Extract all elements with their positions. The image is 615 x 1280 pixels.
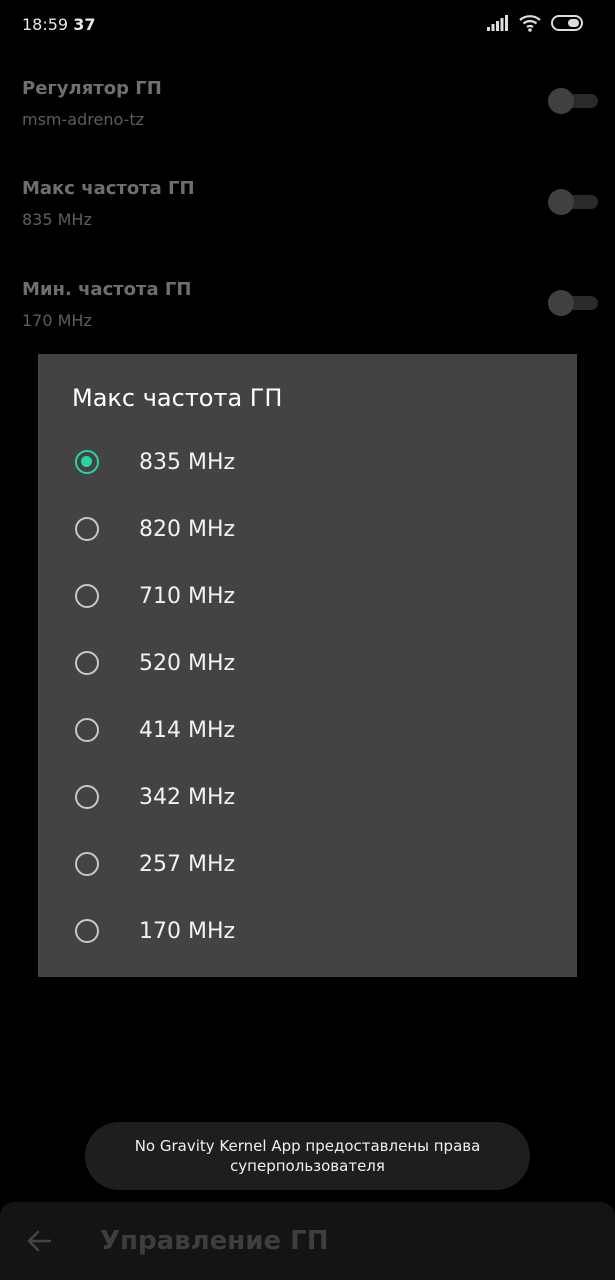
setting-title: Мин. частота ГП bbox=[22, 279, 192, 300]
setting-value: 170 MHz bbox=[22, 311, 92, 330]
toggle-knob bbox=[548, 290, 574, 316]
clock-seconds: 37 bbox=[73, 15, 96, 34]
status-icons bbox=[487, 14, 585, 32]
option-label: 342 MHz bbox=[139, 785, 236, 810]
max-freq-dialog: Макс частота ГП 835 MHz 820 MHz 710 MHz … bbox=[38, 354, 577, 977]
toast-message: No Gravity Kernel App предоставлены прав… bbox=[85, 1122, 530, 1190]
option-820[interactable]: 820 MHz bbox=[38, 497, 577, 564]
gpu-max-freq-toggle[interactable] bbox=[548, 189, 598, 215]
clock: 18:59 37 bbox=[22, 15, 95, 34]
option-label: 820 MHz bbox=[139, 517, 236, 542]
radio-unchecked-icon[interactable] bbox=[75, 517, 99, 541]
option-710[interactable]: 710 MHz bbox=[38, 564, 577, 631]
setting-value: 835 MHz bbox=[22, 210, 92, 229]
gpu-governor-toggle[interactable] bbox=[548, 88, 598, 114]
app-bar-title: Управление ГП bbox=[100, 1226, 329, 1256]
setting-title: Регулятор ГП bbox=[22, 78, 162, 99]
radio-unchecked-icon[interactable] bbox=[75, 852, 99, 876]
setting-value: msm-adreno-tz bbox=[22, 110, 144, 129]
option-520[interactable]: 520 MHz bbox=[38, 631, 577, 698]
clock-time: 18:59 bbox=[22, 15, 69, 34]
option-414[interactable]: 414 MHz bbox=[38, 698, 577, 765]
setting-gpu-max-freq[interactable]: Макс частота ГП 835 MHz bbox=[0, 178, 615, 278]
gpu-min-freq-toggle[interactable] bbox=[548, 290, 598, 316]
dialog-title: Макс частота ГП bbox=[72, 384, 283, 412]
toggle-knob bbox=[548, 88, 574, 114]
option-342[interactable]: 342 MHz bbox=[38, 765, 577, 832]
option-label: 170 MHz bbox=[139, 919, 236, 944]
option-label: 414 MHz bbox=[139, 718, 236, 743]
wifi-icon bbox=[519, 15, 541, 32]
status-bar: 18:59 37 bbox=[0, 0, 615, 48]
option-170[interactable]: 170 MHz bbox=[38, 899, 577, 966]
option-label: 257 MHz bbox=[139, 852, 236, 877]
setting-gpu-governor[interactable]: Регулятор ГП msm-adreno-tz bbox=[0, 78, 615, 178]
option-257[interactable]: 257 MHz bbox=[38, 832, 577, 899]
option-label: 835 MHz bbox=[139, 450, 236, 475]
option-label: 710 MHz bbox=[139, 584, 236, 609]
option-835[interactable]: 835 MHz bbox=[38, 430, 577, 497]
option-label: 520 MHz bbox=[139, 651, 236, 676]
arrow-left-icon[interactable] bbox=[24, 1226, 54, 1256]
battery-icon bbox=[551, 15, 583, 31]
radio-unchecked-icon[interactable] bbox=[75, 785, 99, 809]
toast-text: No Gravity Kernel App предоставлены прав… bbox=[134, 1137, 481, 1175]
radio-unchecked-icon[interactable] bbox=[75, 718, 99, 742]
bottom-app-bar: Управление ГП bbox=[0, 1202, 615, 1280]
radio-unchecked-icon[interactable] bbox=[75, 919, 99, 943]
setting-title: Макс частота ГП bbox=[22, 178, 195, 199]
signal-icon bbox=[487, 15, 508, 31]
radio-checked-icon[interactable] bbox=[75, 450, 99, 474]
toggle-knob bbox=[548, 189, 574, 215]
radio-unchecked-icon[interactable] bbox=[75, 651, 99, 675]
radio-unchecked-icon[interactable] bbox=[75, 584, 99, 608]
